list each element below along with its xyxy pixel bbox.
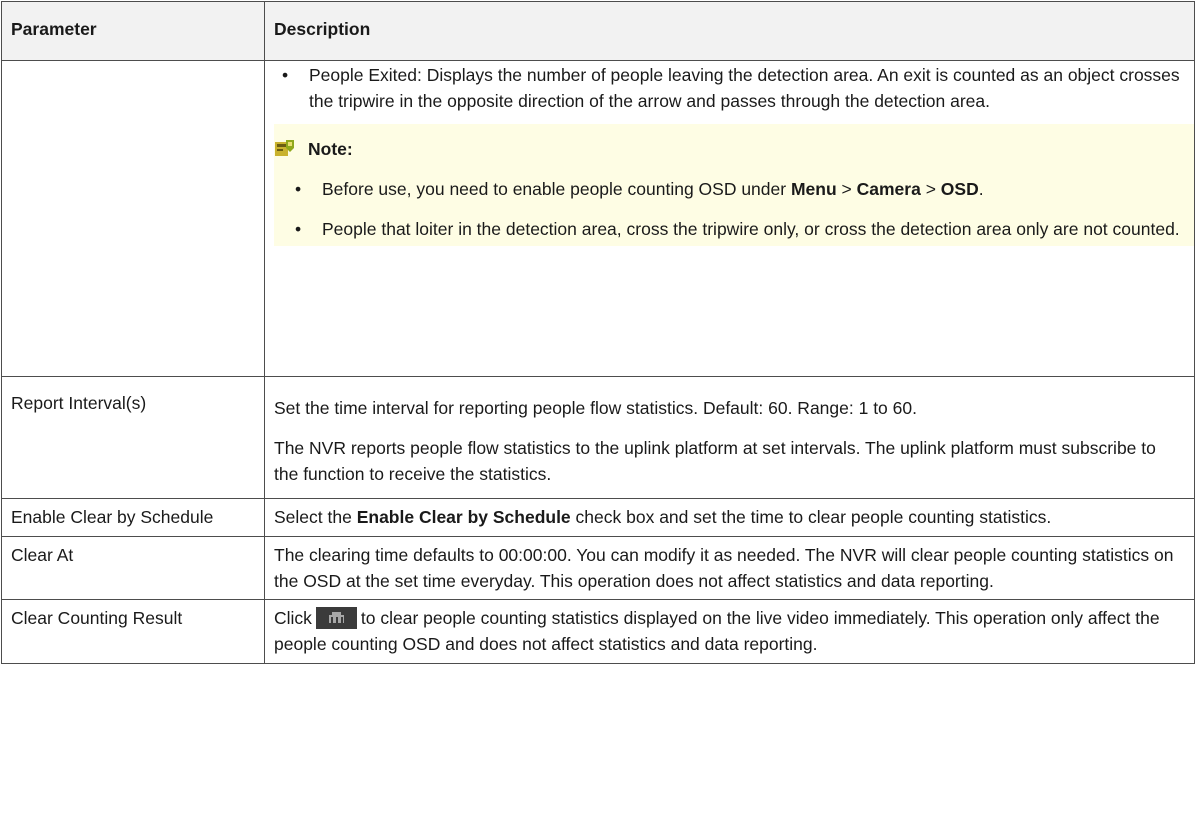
- table-row: Report Interval(s) Set the time interval…: [1, 376, 1195, 499]
- table-row: • People Exited: Displays the number of p…: [1, 60, 1195, 377]
- description-bullets: • People Exited: Displays the number of p…: [274, 62, 1185, 114]
- param-cell: Enable Clear by Schedule: [1, 498, 265, 537]
- note-item: • Before use, you need to enable people c…: [295, 179, 984, 199]
- param-cell: Clear At: [1, 536, 265, 600]
- param-cell: [1, 60, 265, 377]
- description-cell: • People Exited: Displays the number of p…: [264, 60, 1195, 377]
- note-icon: [274, 139, 296, 159]
- table-row: Clear At The clearing time defaults to 0…: [1, 536, 1195, 600]
- note-box: Note: • Before use, you need to enable pe…: [274, 124, 1194, 246]
- description-paragraph: The NVR reports people flow statistics t…: [274, 438, 1156, 484]
- table-row: Clear Counting Result Click to clear peop…: [1, 599, 1195, 664]
- clear-counting-icon[interactable]: [315, 607, 357, 629]
- description-cell: Click to clear people counting statistics…: [264, 599, 1195, 664]
- header-row: Parameter Description: [1, 1, 1195, 61]
- description-cell: The clearing time defaults to 00:00:00. …: [264, 536, 1195, 600]
- description-cell: Select the Enable Clear by Schedule chec…: [264, 498, 1195, 537]
- param-cell: Clear Counting Result: [1, 599, 265, 664]
- description-cell: Set the time interval for reporting peop…: [264, 376, 1195, 499]
- header-parameter: Parameter: [1, 1, 265, 61]
- note-item: • People that loiter in the detection are…: [295, 219, 1180, 239]
- note-list: • Before use, you need to enable people c…: [274, 176, 1194, 242]
- note-title: Note:: [308, 139, 353, 159]
- parameter-table: Parameter Description • People Exited: Di…: [1, 1, 1195, 664]
- bullet-item: • People Exited: Displays the number of p…: [282, 65, 1180, 111]
- description-paragraph: Set the time interval for reporting peop…: [274, 398, 917, 418]
- table-row: Enable Clear by Schedule Select the Enab…: [1, 498, 1195, 537]
- note-header: Note:: [274, 136, 1194, 162]
- param-cell: Report Interval(s): [1, 376, 265, 499]
- header-description: Description: [264, 1, 1195, 61]
